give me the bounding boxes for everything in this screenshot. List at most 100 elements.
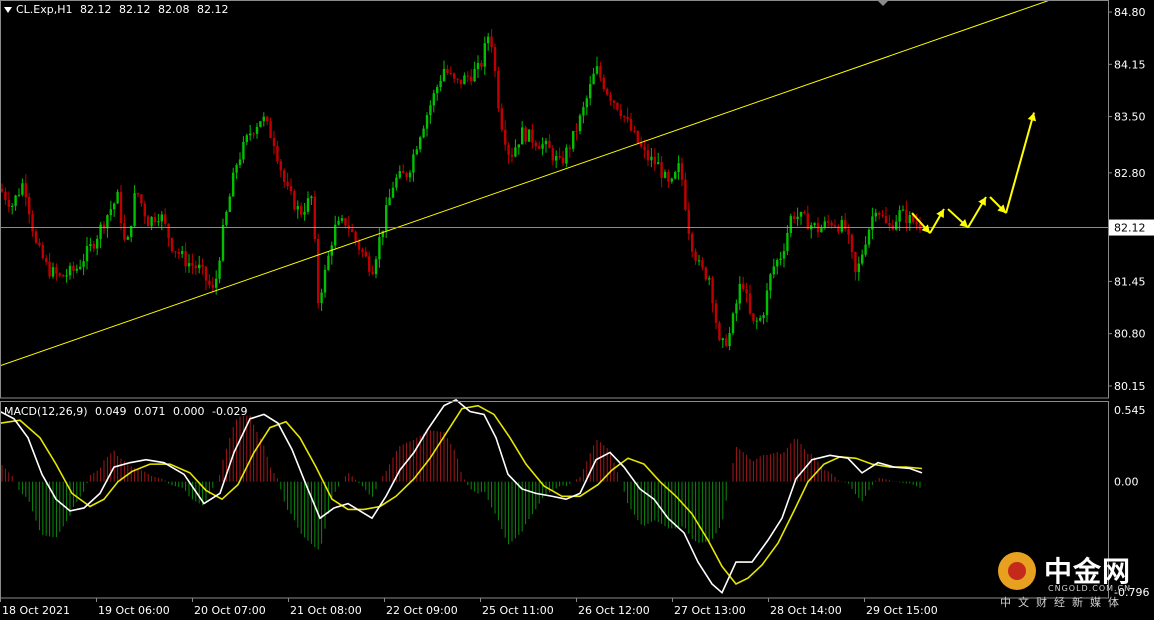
candle[interactable] <box>755 317 758 330</box>
candle[interactable] <box>65 268 68 283</box>
candle[interactable] <box>745 282 748 303</box>
candle[interactable] <box>497 66 500 113</box>
candle[interactable] <box>803 210 806 215</box>
candle[interactable] <box>759 315 762 323</box>
candle[interactable] <box>24 174 27 207</box>
candle[interactable] <box>279 158 282 178</box>
candle[interactable] <box>793 211 796 224</box>
candle[interactable] <box>884 206 888 224</box>
candle[interactable] <box>320 288 323 312</box>
candle[interactable] <box>517 144 520 155</box>
candle[interactable] <box>609 91 612 106</box>
candle[interactable] <box>531 124 534 149</box>
candle[interactable] <box>68 262 72 280</box>
candle[interactable] <box>364 247 367 258</box>
candle[interactable] <box>667 169 670 189</box>
candle[interactable] <box>490 28 493 53</box>
candle[interactable] <box>272 130 276 155</box>
candle[interactable] <box>255 123 259 139</box>
candle[interactable] <box>119 185 123 230</box>
candle[interactable] <box>453 72 456 84</box>
candle[interactable] <box>425 112 429 137</box>
candle[interactable] <box>867 227 871 248</box>
candle[interactable] <box>170 237 174 254</box>
candle[interactable] <box>164 208 167 227</box>
candle[interactable] <box>303 202 306 221</box>
candle[interactable] <box>636 130 639 145</box>
candle[interactable] <box>500 103 503 133</box>
candle[interactable] <box>415 145 418 156</box>
candle[interactable] <box>874 208 877 222</box>
candle[interactable] <box>21 178 24 197</box>
candle[interactable] <box>344 217 347 229</box>
candle[interactable] <box>238 152 242 169</box>
candle[interactable] <box>612 99 616 110</box>
candle[interactable] <box>731 311 735 335</box>
candle[interactable] <box>439 75 442 92</box>
candle[interactable] <box>674 170 677 180</box>
candle[interactable] <box>708 275 711 286</box>
candle[interactable] <box>330 241 333 265</box>
candle[interactable] <box>402 164 405 174</box>
candle[interactable] <box>249 124 252 141</box>
candle[interactable] <box>718 320 721 342</box>
candle[interactable] <box>208 274 211 289</box>
candle[interactable] <box>694 248 697 265</box>
candle[interactable] <box>38 238 41 248</box>
candle[interactable] <box>313 190 316 243</box>
candle[interactable] <box>687 201 690 241</box>
candle[interactable] <box>28 192 31 224</box>
candle[interactable] <box>198 255 201 274</box>
candle[interactable] <box>374 256 378 279</box>
candle[interactable] <box>786 225 789 256</box>
candle[interactable] <box>833 219 837 228</box>
candle[interactable] <box>436 84 439 101</box>
candle[interactable] <box>725 334 728 348</box>
candle[interactable] <box>670 177 673 184</box>
candle[interactable] <box>235 163 238 179</box>
candle[interactable] <box>510 147 514 163</box>
candle[interactable] <box>895 214 898 231</box>
candle[interactable] <box>623 115 626 123</box>
candle[interactable] <box>871 207 874 240</box>
candle[interactable] <box>395 174 398 191</box>
candle[interactable] <box>167 223 170 247</box>
candle[interactable] <box>296 200 299 219</box>
candle[interactable] <box>589 76 592 106</box>
candle[interactable] <box>245 133 248 146</box>
candle[interactable] <box>738 276 741 311</box>
candle[interactable] <box>136 192 140 198</box>
candle[interactable] <box>140 193 143 208</box>
candle[interactable] <box>711 276 714 313</box>
candle[interactable] <box>347 215 350 237</box>
candle[interactable] <box>391 181 395 199</box>
candle[interactable] <box>82 253 85 276</box>
candle[interactable] <box>534 140 537 151</box>
candle[interactable] <box>72 261 75 279</box>
candle[interactable] <box>850 233 854 259</box>
candle[interactable] <box>123 214 126 242</box>
candle[interactable] <box>660 156 663 188</box>
candle[interactable] <box>412 149 415 182</box>
candle[interactable] <box>289 178 293 196</box>
candle[interactable] <box>187 254 191 273</box>
candle[interactable] <box>918 216 922 233</box>
candle[interactable] <box>514 139 517 158</box>
candle[interactable] <box>697 254 701 266</box>
candle[interactable] <box>306 191 310 215</box>
candle[interactable] <box>446 64 449 76</box>
candle[interactable] <box>544 137 548 153</box>
candle[interactable] <box>476 55 480 79</box>
candle[interactable] <box>266 115 269 126</box>
candle[interactable] <box>606 87 609 97</box>
candle[interactable] <box>799 211 803 225</box>
candle[interactable] <box>701 256 704 271</box>
candle[interactable] <box>473 61 476 83</box>
candle[interactable] <box>252 132 255 139</box>
candle[interactable] <box>334 215 337 250</box>
candle[interactable] <box>34 228 38 245</box>
candle[interactable] <box>48 252 51 279</box>
candle[interactable] <box>174 250 177 258</box>
candle[interactable] <box>578 113 582 135</box>
candle[interactable] <box>310 195 313 205</box>
